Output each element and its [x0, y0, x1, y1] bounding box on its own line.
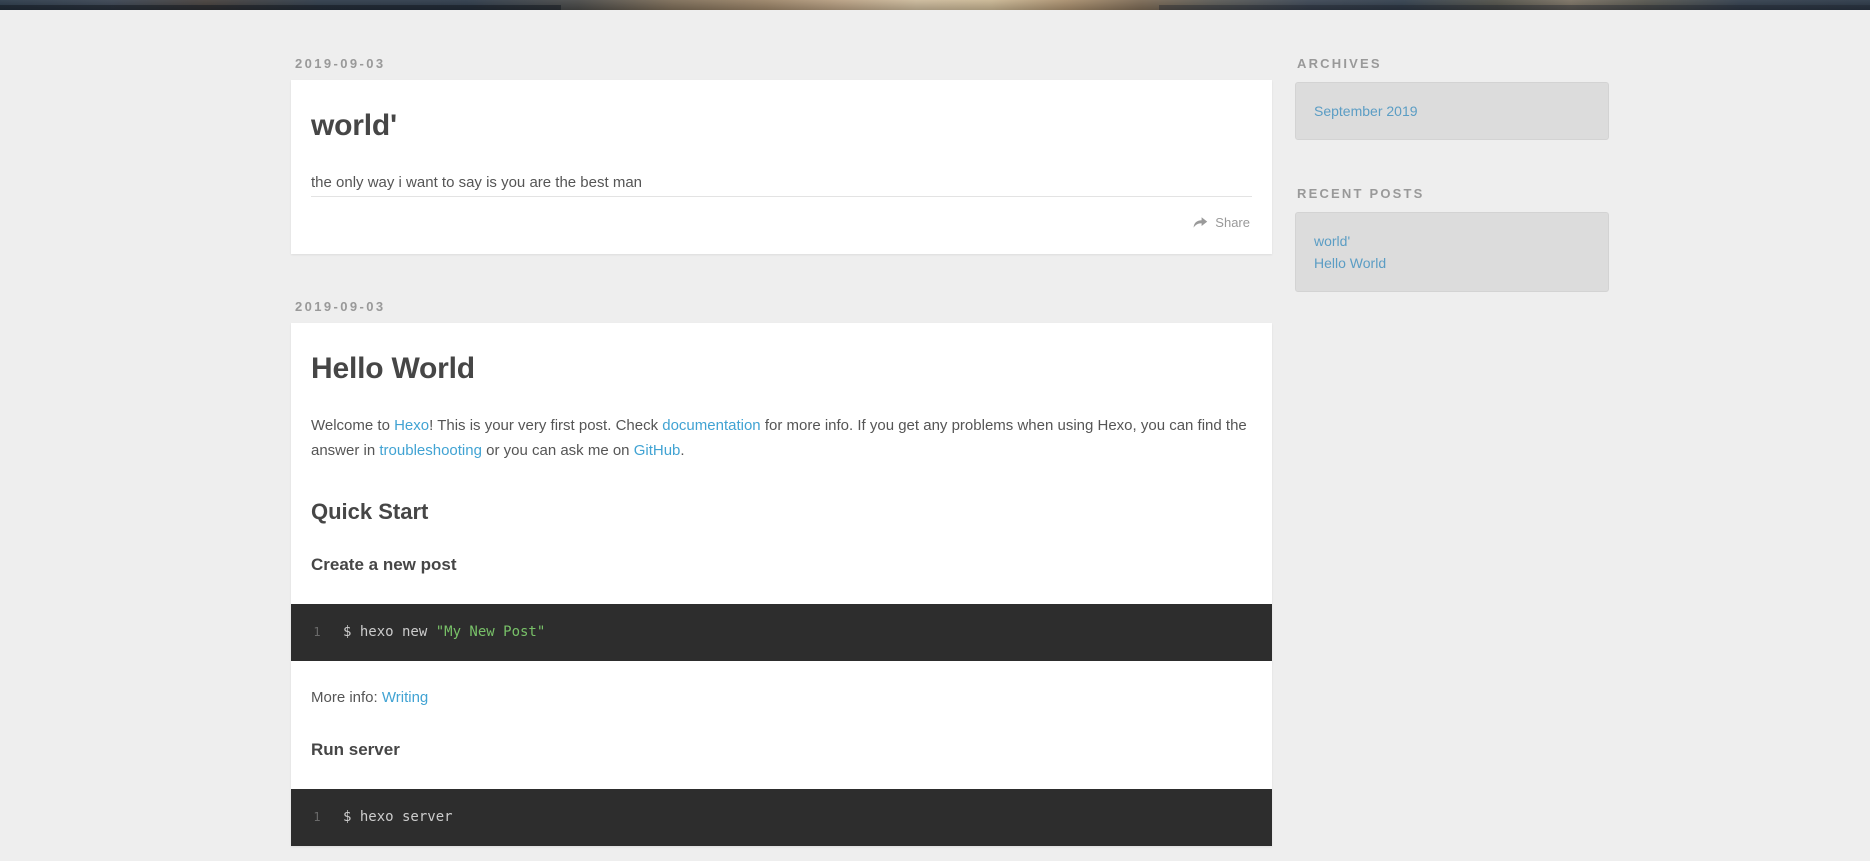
code-block-hexo-new[interactable]: 1 $ hexo new "My New Post" — [291, 604, 1272, 662]
recent-posts-box: world' Hello World — [1295, 212, 1609, 292]
create-new-post-heading: Create a new post — [311, 555, 457, 575]
share-arrow-icon — [1193, 216, 1208, 229]
post-card-hello-world: Hello World Welcome to Hexo! This is you… — [291, 322, 1272, 846]
share-button[interactable]: Share — [1193, 215, 1250, 230]
code-line-number: 1 — [313, 625, 321, 640]
widget-archives: ARCHIVES September 2019 — [1295, 10, 1609, 140]
post-date: 2019-09-03 — [295, 298, 386, 314]
post-content: world' the only way i want to say is you… — [291, 80, 1272, 196]
recent-post-link-hello-world[interactable]: Hello World — [1314, 255, 1386, 271]
intro-text-4: or you can ask me on — [481, 442, 634, 459]
post-intro-paragraph: Welcome to Hexo! This is your very first… — [311, 413, 1252, 464]
archives-list: September 2019 — [1314, 100, 1590, 122]
code-block-hexo-server[interactable]: 1 $ hexo server — [291, 788, 1272, 846]
list-item: world' — [1314, 230, 1590, 252]
list-item: Hello World — [1314, 252, 1590, 274]
widget-title-recent-posts: RECENT POSTS — [1297, 186, 1425, 201]
hexo-link[interactable]: Hexo — [394, 417, 429, 434]
post-body: Welcome to Hexo! This is your very first… — [311, 413, 1252, 577]
archives-box: September 2019 — [1295, 82, 1609, 140]
widget-title-archives: ARCHIVES — [1297, 56, 1382, 71]
post-content: Hello World Welcome to Hexo! This is you… — [291, 323, 1272, 577]
post-title[interactable]: Hello World — [311, 351, 1252, 387]
code-command: $ hexo new — [343, 624, 436, 641]
page-body: 2019-09-03 world' the only way i want to… — [0, 10, 1870, 861]
main-content-column: 2019-09-03 world' the only way i want to… — [291, 10, 1272, 846]
intro-text-2: ! This is your very first post. Check — [429, 416, 663, 434]
widget-recent-posts: RECENT POSTS world' Hello World — [1295, 140, 1609, 292]
sidebar: ARCHIVES September 2019 RECENT POSTS wor… — [1295, 10, 1609, 292]
code-line: 1 $ hexo new "My New Post" — [291, 622, 1272, 643]
more-info-label: More info: — [311, 689, 382, 707]
intro-text-5: . — [680, 442, 685, 459]
writing-link[interactable]: Writing — [382, 689, 428, 706]
post-title[interactable]: world' — [311, 108, 1252, 144]
post-content-continued: More info: Writing Run server — [291, 661, 1272, 761]
more-info-paragraph: More info: Writing — [311, 685, 1252, 711]
post-date: 2019-09-03 — [295, 56, 386, 71]
header-hero-image — [0, 0, 1870, 10]
archive-link-september-2019[interactable]: September 2019 — [1314, 103, 1418, 119]
github-link[interactable]: GitHub — [634, 442, 681, 459]
recent-posts-list: world' Hello World — [1314, 230, 1590, 274]
post-card-world: world' the only way i want to say is you… — [291, 80, 1272, 254]
list-item: September 2019 — [1314, 100, 1590, 122]
code-string: "My New Post" — [435, 624, 546, 641]
post-footer: Share — [311, 195, 1252, 254]
quick-start-heading: Quick Start — [311, 498, 429, 524]
post-paragraph: the only way i want to say is you are th… — [311, 174, 643, 191]
code-line: 1 $ hexo server — [291, 807, 1272, 828]
recent-post-link-world[interactable]: world' — [1314, 233, 1350, 249]
code-command: $ hexo server — [343, 808, 453, 825]
documentation-link[interactable]: documentation — [662, 417, 760, 434]
share-label: Share — [1215, 214, 1250, 230]
post-body: the only way i want to say is you are th… — [311, 170, 1252, 196]
run-server-heading: Run server — [311, 739, 400, 759]
intro-text-1: Welcome to — [311, 416, 395, 434]
code-line-number: 1 — [313, 809, 321, 824]
post-body-continued: More info: Writing Run server — [311, 685, 1252, 761]
troubleshooting-link[interactable]: troubleshooting — [379, 442, 482, 459]
